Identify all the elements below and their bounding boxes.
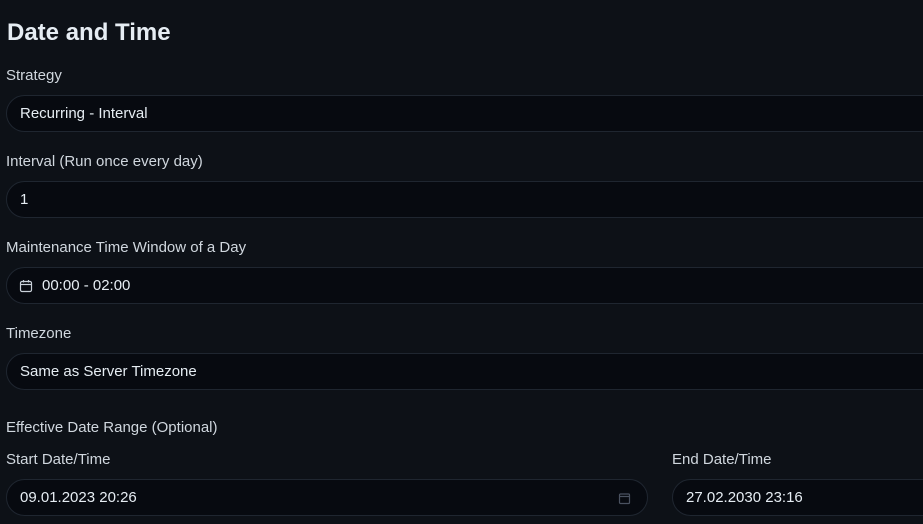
section-title: Date and Time — [7, 19, 171, 46]
maintenance-window-label: Maintenance Time Window of a Day — [6, 239, 247, 256]
end-datetime-label: End Date/Time — [672, 451, 772, 468]
end-datetime-value: 27.02.2030 23:16 — [686, 489, 803, 506]
interval-input[interactable]: 1 — [6, 181, 923, 218]
start-datetime-label: Start Date/Time — [6, 451, 111, 468]
timezone-select[interactable]: Same as Server Timezone — [6, 353, 923, 390]
calendar-icon — [19, 279, 33, 293]
interval-value: 1 — [20, 191, 29, 208]
calendar-picker-icon[interactable] — [618, 492, 631, 505]
timezone-label: Timezone — [6, 325, 72, 342]
date-range-label: Effective Date Range (Optional) — [6, 419, 218, 436]
date-time-settings: Date and Time Strategy Recurring - Inter… — [0, 0, 923, 524]
strategy-select[interactable]: Recurring - Interval — [6, 95, 923, 132]
maintenance-window-value: 00:00 - 02:00 — [42, 277, 131, 294]
interval-label: Interval (Run once every day) — [6, 153, 203, 170]
strategy-value: Recurring - Interval — [20, 105, 148, 122]
strategy-label: Strategy — [6, 67, 62, 84]
timezone-value: Same as Server Timezone — [20, 363, 197, 380]
start-datetime-value: 09.01.2023 20:26 — [20, 489, 137, 506]
maintenance-window-picker[interactable]: 00:00 - 02:00 — [6, 267, 923, 304]
start-datetime-input[interactable]: 09.01.2023 20:26 — [6, 479, 648, 516]
end-datetime-input[interactable]: 27.02.2030 23:16 — [672, 479, 923, 516]
